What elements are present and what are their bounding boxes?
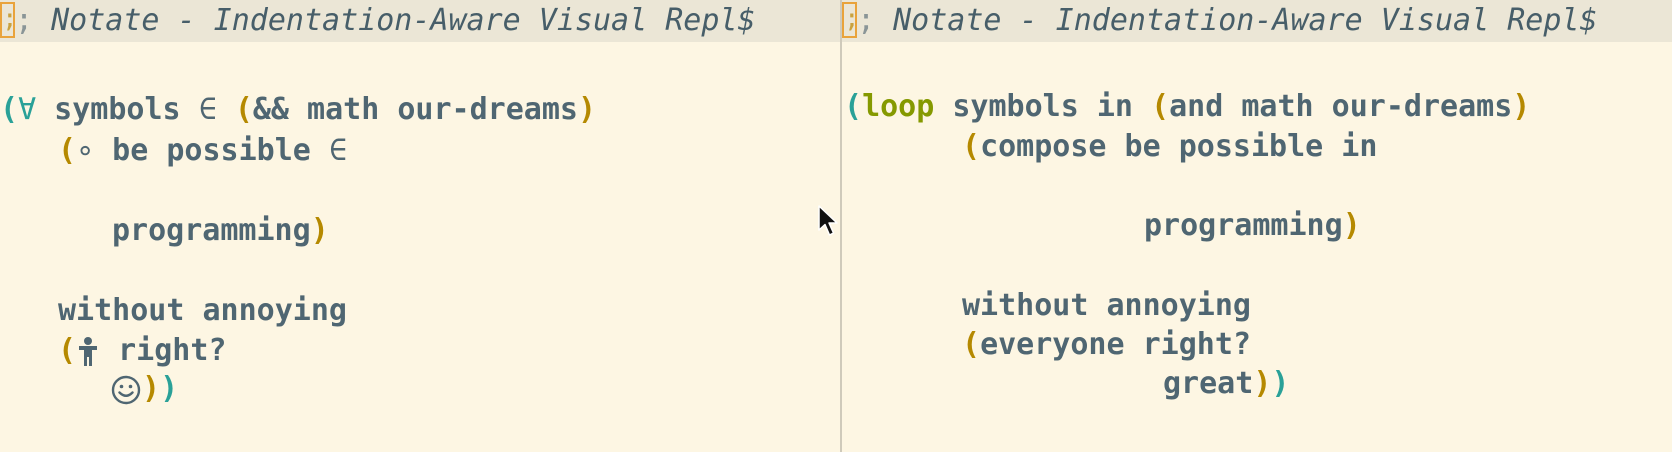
forall-symbol: ∀: [18, 92, 37, 127]
mouse-pointer-icon: [818, 205, 838, 236]
right-editor-pane[interactable]: ;; Notate - Indentation-Aware Visual Rep…: [842, 0, 1672, 452]
left-comment-marker: ;: [15, 3, 34, 38]
left-code-line-1: (∀ symbols ∈ (&& math our-dreams): [0, 92, 597, 127]
left-code-line-5: ( right?: [58, 333, 227, 368]
element-of-symbol-2: ∈: [328, 133, 347, 168]
left-header-line: ;; Notate - Indentation-Aware Visual Rep…: [0, 0, 840, 42]
right-scrollbar[interactable]: [1666, 0, 1672, 42]
left-code-line-6: )): [110, 369, 178, 409]
left-header-title: Notate - Indentation-Aware Visual Repl$: [51, 3, 756, 38]
left-editor-pane[interactable]: ;; Notate - Indentation-Aware Visual Rep…: [0, 0, 840, 452]
smiley-icon: [111, 375, 141, 404]
loop-keyword: loop: [862, 89, 935, 124]
right-code-line-6: great)): [1163, 366, 1290, 401]
right-header-line: ;; Notate - Indentation-Aware Visual Rep…: [842, 0, 1672, 42]
element-of-symbol: ∈: [198, 92, 217, 127]
right-code-line-5: (everyone right?: [962, 327, 1251, 362]
person-icon: [79, 336, 98, 366]
right-code-line-3: programming): [1144, 208, 1361, 243]
right-text-cursor: ;: [842, 1, 857, 38]
right-code-line-4: without annoying: [962, 288, 1251, 323]
right-code-line-2: (compose be possible in: [962, 129, 1378, 164]
right-comment-marker: ;: [857, 3, 876, 38]
right-code-line-1: (loop symbols in (and math our-dreams): [844, 89, 1531, 124]
left-code-line-2: (∘ be possible ∈: [58, 133, 347, 168]
right-header-title: Notate - Indentation-Aware Visual Repl$: [893, 3, 1598, 38]
left-code-line-3: programming): [112, 213, 329, 248]
left-text-cursor: ;: [0, 1, 15, 38]
compose-symbol: ∘: [76, 133, 95, 168]
left-code-line-4: without annoying: [58, 293, 347, 328]
